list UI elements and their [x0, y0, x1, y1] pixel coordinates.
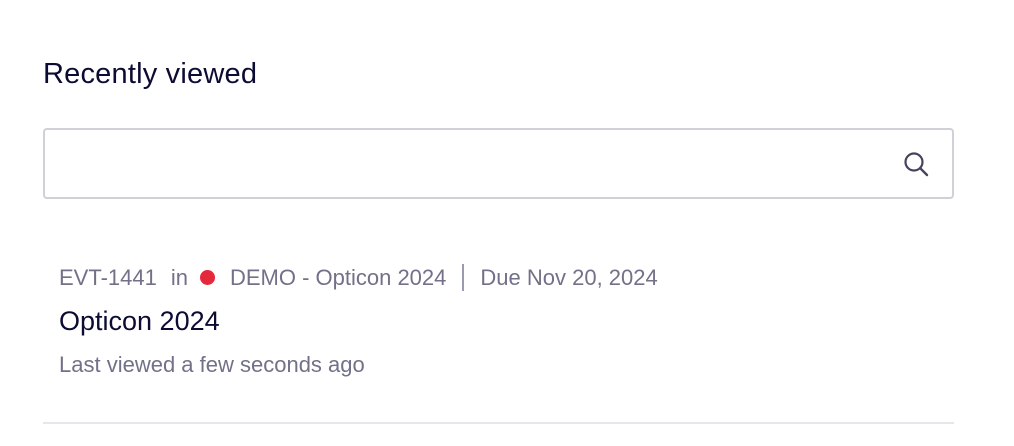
recent-item[interactable]: EVT-1441 in DEMO - Opticon 2024 Due Nov …	[43, 246, 954, 424]
last-viewed-text: Last viewed a few seconds ago	[59, 352, 365, 377]
item-meta: EVT-1441 in DEMO - Opticon 2024 Due Nov …	[59, 264, 658, 291]
project-status-dot	[199, 270, 215, 285]
search-button[interactable]	[902, 150, 930, 178]
search-box	[43, 128, 954, 199]
section-title: Recently viewed	[43, 58, 258, 90]
due-date: Due Nov 20, 2024	[480, 264, 658, 290]
item-key[interactable]: EVT-1441	[59, 265, 157, 291]
recently-viewed-panel: Recently viewed EVT-1441 in DEMO - Optic…	[43, 0, 954, 446]
project-name[interactable]: DEMO - Opticon 2024	[230, 265, 446, 291]
search-input[interactable]	[57, 140, 881, 189]
search-icon	[902, 150, 930, 178]
item-title-link[interactable]: Opticon 2024	[59, 306, 220, 337]
in-label: in	[170, 264, 188, 290]
meta-divider	[462, 264, 465, 291]
